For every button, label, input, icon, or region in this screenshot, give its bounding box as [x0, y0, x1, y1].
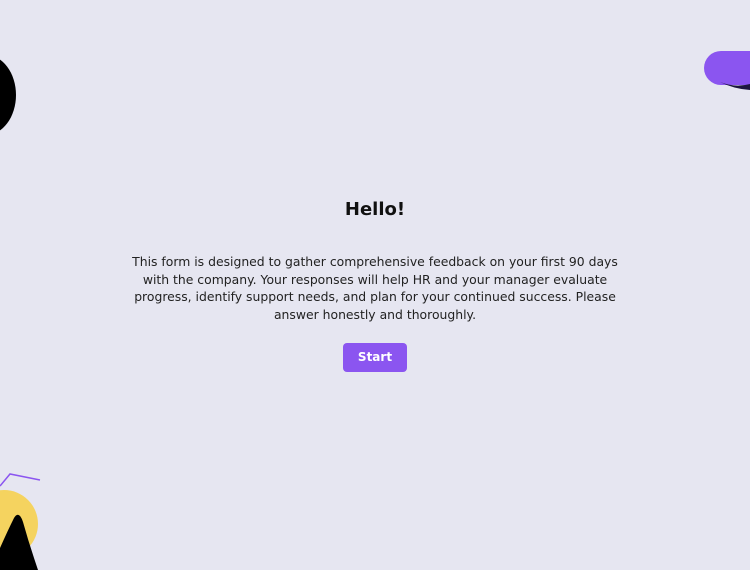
start-button[interactable]: Start — [343, 343, 407, 372]
form-welcome-page: Hello! This form is designed to gather c… — [0, 0, 750, 570]
page-title: Hello! — [344, 199, 406, 220]
welcome-content: Hello! This form is designed to gather c… — [0, 0, 750, 570]
form-description: This form is designed to gather comprehe… — [132, 254, 618, 322]
